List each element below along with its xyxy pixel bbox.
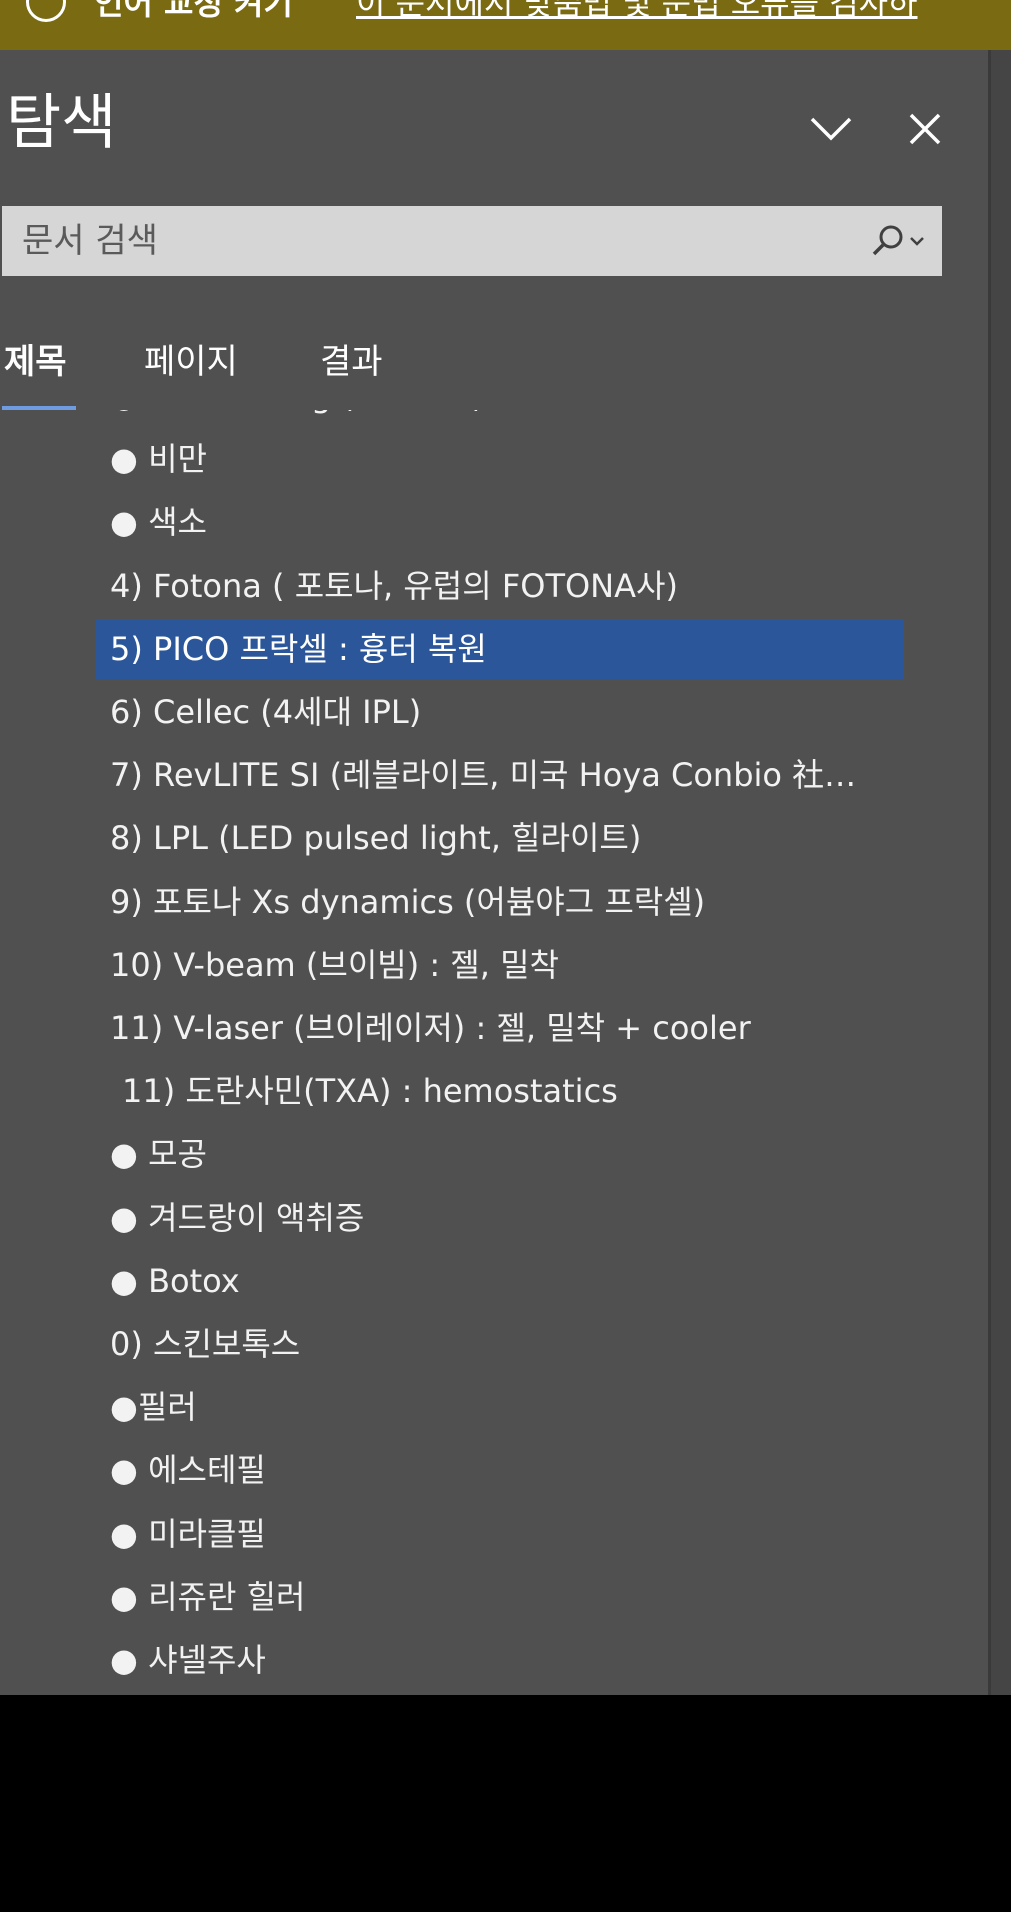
heading-item[interactable]: 4) Fotona ( 포토나, 유럽의 FOTONA사) — [96, 556, 904, 616]
search-box — [2, 206, 942, 276]
chevron-down-icon — [810, 117, 852, 141]
pane-scrollbar[interactable] — [988, 50, 1011, 1695]
heading-item[interactable]: ● 미라클필 — [96, 1504, 904, 1564]
heading-item[interactable]: 8) LPL (LED pulsed light, 힐라이트) — [96, 808, 904, 868]
heading-item[interactable]: ● 색소 — [96, 492, 904, 552]
tab-pages[interactable]: 페이지 — [144, 330, 238, 394]
heading-item[interactable]: 11) 도란사민(TXA) : hemostatics — [96, 1061, 904, 1121]
search-input[interactable] — [2, 206, 822, 276]
heading-item[interactable]: 10) V-beam (브이빔) : 젤, 밀착 — [96, 935, 904, 995]
heading-item[interactable]: ● Botox — [96, 1251, 904, 1311]
proofing-notice-bar: 언어 교정 켜기 이 문서에서 맞춤법 및 문법 오류를 검사하 — [0, 0, 1011, 50]
navigation-app: 언어 교정 켜기 이 문서에서 맞춤법 및 문법 오류를 검사하 탐색 제목 — [0, 0, 1011, 1695]
heading-item[interactable]: ● 모공 — [96, 1124, 904, 1184]
heading-item[interactable]: ● 에스테필 — [96, 1440, 904, 1500]
notice-link[interactable]: 이 문서에서 맞춤법 및 문법 오류를 검사하 — [356, 0, 918, 28]
heading-item[interactable]: 7) RevLITE SI (레블라이트, 미국 Hoya Conbio 社… — [96, 745, 904, 805]
heading-item[interactable]: 6) Cellec (4세대 IPL) — [96, 682, 904, 742]
heading-tree: ● Exilis lifting (익실리스) + 써마지 ● 비만● 색소4) … — [0, 410, 988, 1695]
heading-item[interactable]: 0) 스킨보톡스 — [96, 1314, 904, 1374]
heading-item[interactable]: ●필러 — [96, 1377, 904, 1437]
notice-title: 언어 교정 켜기 — [94, 0, 293, 22]
heading-item[interactable]: ● 리쥬란 힐러 — [96, 1567, 904, 1627]
navigation-tabs: 제목 페이지 결과 — [0, 330, 988, 410]
search-options-button[interactable] — [862, 218, 932, 264]
heading-item[interactable]: 9) 포토나 Xs dynamics (어븀야그 프락셀) — [96, 872, 904, 932]
heading-item[interactable]: ● 비만 — [96, 429, 904, 489]
tab-results[interactable]: 결과 — [320, 330, 383, 394]
heading-item[interactable]: 11) V-laser (브이레이저) : 젤, 밀착 + cooler — [96, 998, 904, 1058]
heading-item[interactable]: ● 겨드랑이 액취증 — [96, 1188, 904, 1248]
pane-divider-edge — [988, 50, 991, 1695]
heading-item-selected[interactable]: 5) PICO 프락셀 : 흉터 복원 — [96, 618, 904, 679]
heading-item[interactable]: ● 샤넬주사 — [96, 1630, 904, 1690]
info-icon — [26, 0, 66, 22]
close-pane-button[interactable] — [900, 104, 950, 154]
pane-title: 탐색 — [6, 88, 117, 158]
close-icon — [909, 113, 941, 145]
pane-options-button[interactable] — [806, 104, 856, 154]
chevron-down-icon — [910, 237, 924, 246]
tab-headings[interactable]: 제목 — [4, 330, 67, 394]
heading-item[interactable]: ● Exilis lifting (익실리스) + 써마지 — [96, 410, 904, 426]
search-icon — [872, 225, 903, 256]
